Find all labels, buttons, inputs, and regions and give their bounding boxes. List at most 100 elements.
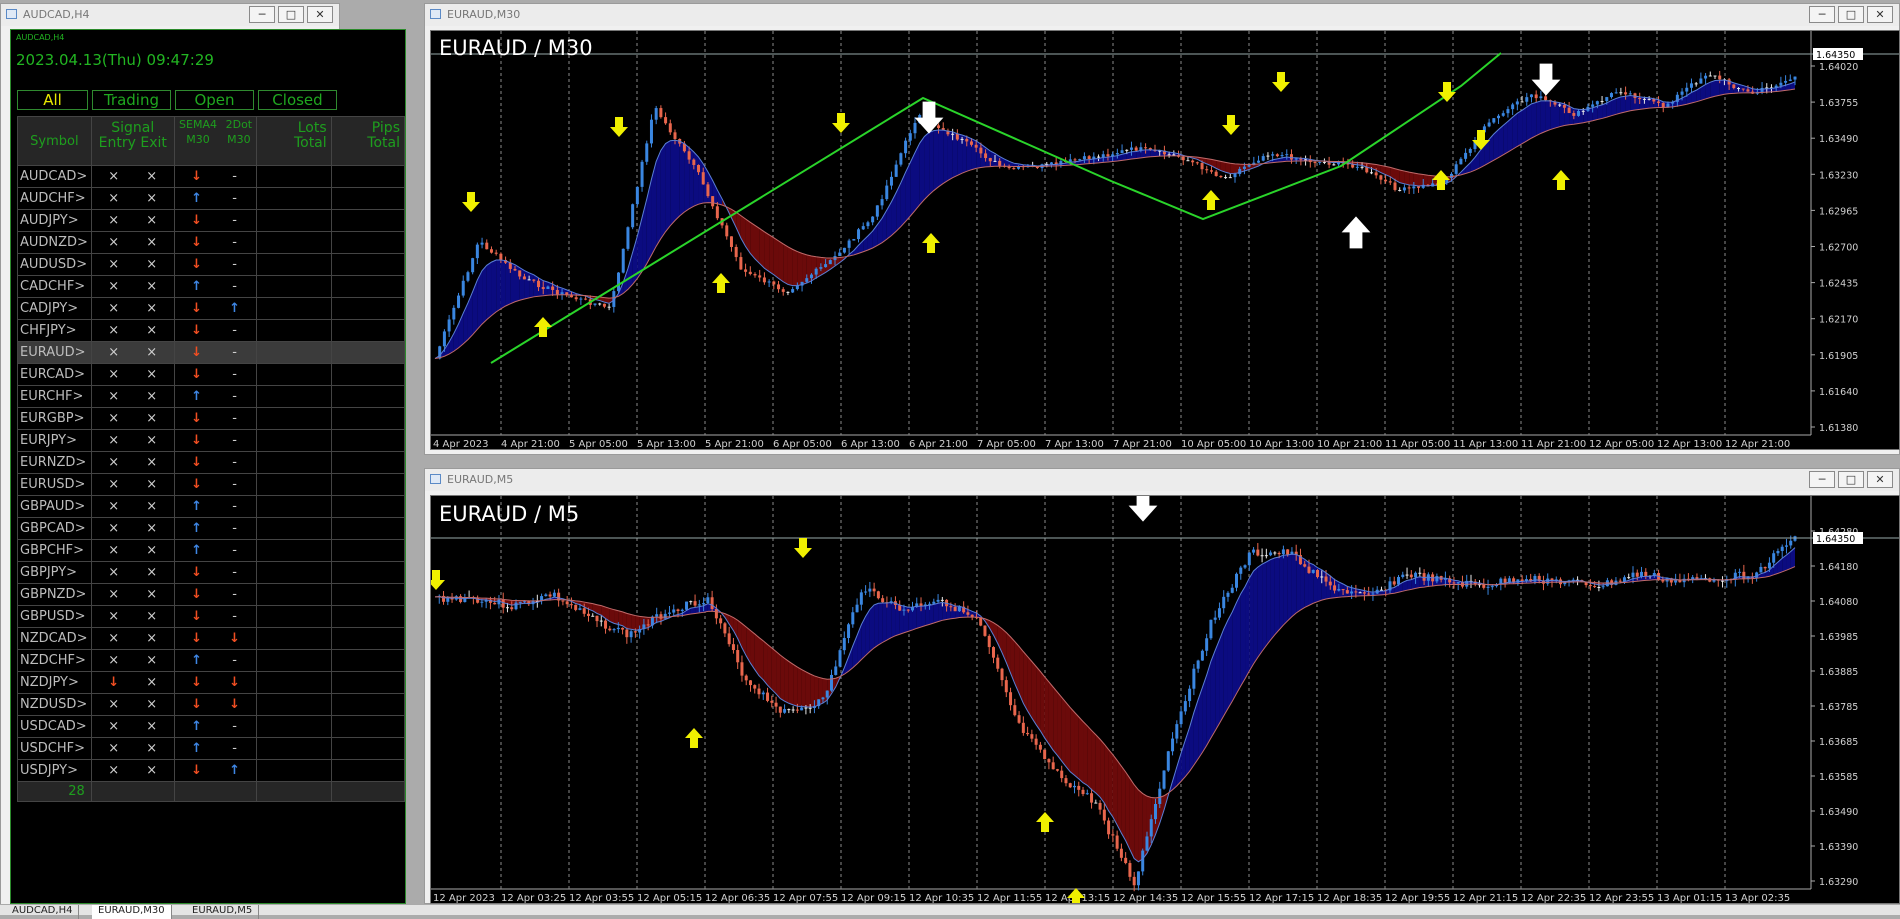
table-row[interactable]: USDCAD>××↑- <box>18 716 405 738</box>
candle-body <box>852 239 855 240</box>
chart-m5-canvas[interactable]: 1.642801.641801.640801.639851.638851.637… <box>430 495 1900 904</box>
candle-body <box>941 600 944 601</box>
table-row[interactable]: EURGBP>××↓- <box>18 408 405 430</box>
row-signal: ×× <box>91 584 174 606</box>
candle-body <box>1629 93 1632 94</box>
signal-arrow-down-icon <box>610 117 628 137</box>
candle-body <box>857 229 860 239</box>
filter-closed-button[interactable]: Closed <box>258 90 337 110</box>
table-row[interactable]: GBPCAD>××↑- <box>18 518 405 540</box>
table-row[interactable]: USDJPY>××↓↑ <box>18 760 405 782</box>
candle-body <box>1619 581 1622 582</box>
candle-body <box>1597 587 1600 588</box>
close-button[interactable]: ✕ <box>1867 6 1893 23</box>
tab-audcad-h4[interactable]: AUDCAD,H4 <box>6 905 79 919</box>
table-row[interactable]: AUDCAD>××↓- <box>18 166 405 188</box>
ema-cloud-segment <box>1254 567 1258 664</box>
table-row[interactable]: GBPNZD>××↓- <box>18 584 405 606</box>
zigzag-trend-line <box>491 53 1501 363</box>
ema-cloud-segment <box>631 614 635 630</box>
candle-body <box>1273 552 1276 553</box>
table-row[interactable]: CHFJPY>××↓- <box>18 320 405 342</box>
maximize-button[interactable]: □ <box>1838 471 1864 488</box>
close-button[interactable]: ✕ <box>1867 471 1893 488</box>
table-row[interactable]: AUDNZD>××↓- <box>18 232 405 254</box>
candle-body <box>1459 159 1462 164</box>
chart-m30-titlebar[interactable]: EURAUD,M30 ─ □ ✕ <box>425 4 1899 26</box>
candle-body <box>1073 786 1076 787</box>
candle-body <box>556 290 559 294</box>
candle-body <box>1234 174 1237 177</box>
row-entry: × <box>95 631 133 646</box>
signal-arrow-down-icon <box>1272 72 1290 92</box>
table-row[interactable]: EURCAD>××↓- <box>18 364 405 386</box>
arrow-down-icon: ↓ <box>95 675 133 690</box>
table-row[interactable]: NZDCHF>××↑- <box>18 650 405 672</box>
ema-cloud-segment <box>1400 170 1405 184</box>
candle-body <box>1082 790 1085 794</box>
filter-all-button[interactable]: All <box>17 90 88 110</box>
table-row[interactable]: USDCHF>××↑- <box>18 738 405 760</box>
filter-open-button[interactable]: Open <box>175 90 254 110</box>
close-button[interactable]: ✕ <box>307 6 333 23</box>
maximize-button[interactable]: □ <box>278 6 304 23</box>
row-entry: × <box>95 609 133 624</box>
table-row[interactable]: CADCHF>××↑- <box>18 276 405 298</box>
table-row[interactable]: NZDJPY>↓×↓↓ <box>18 672 405 694</box>
table-row[interactable]: EURNZD>××↓- <box>18 452 405 474</box>
row-exit: × <box>133 653 171 668</box>
candle-body <box>692 160 695 165</box>
table-row[interactable]: GBPJPY>××↓- <box>18 562 405 584</box>
price-tick-label: 1.63490 <box>1819 807 1858 818</box>
table-row[interactable]: EURUSD>××↓- <box>18 474 405 496</box>
candle-body <box>770 701 773 703</box>
candle-body <box>777 284 780 289</box>
candle-body <box>862 226 865 229</box>
ema-cloud-segment <box>866 609 870 655</box>
table-row[interactable]: CADJPY>××↓↑ <box>18 298 405 320</box>
table-row[interactable]: AUDUSD>××↓- <box>18 254 405 276</box>
candle-body <box>600 621 603 622</box>
ema-cloud-segment <box>934 603 938 623</box>
row-exit: × <box>133 499 171 514</box>
minimize-button[interactable]: ─ <box>1809 6 1835 23</box>
candle-body <box>1186 160 1189 161</box>
time-tick-label: 12 Apr 17:15 <box>1249 893 1314 904</box>
row-exit: × <box>133 367 171 382</box>
ema-cloud-segment <box>1245 578 1249 679</box>
table-row[interactable]: GBPCHF>××↑- <box>18 540 405 562</box>
filter-trading-button[interactable]: Trading <box>92 90 171 110</box>
candle-body <box>824 264 827 267</box>
row-lots <box>257 606 331 628</box>
table-row[interactable]: EURAUD>××↓- <box>18 342 405 364</box>
ema-cloud-segment <box>797 667 801 706</box>
chart-m5-titlebar[interactable]: EURAUD,M5 ─ □ ✕ <box>425 469 1899 491</box>
candle-body <box>1709 76 1712 77</box>
header-signal: Signal Entry Exit <box>91 117 174 166</box>
candle-body <box>1009 692 1012 705</box>
candle-body <box>659 108 662 117</box>
table-row[interactable]: GBPUSD>××↓- <box>18 606 405 628</box>
table-row[interactable]: NZDCAD>××↓↓ <box>18 628 405 650</box>
maximize-button[interactable]: □ <box>1838 6 1864 23</box>
ema-cloud-segment <box>755 225 760 263</box>
table-row[interactable]: EURCHF>××↑- <box>18 386 405 408</box>
ema-cloud-segment <box>1113 755 1117 825</box>
table-row[interactable]: AUDJPY>××↓- <box>18 210 405 232</box>
signal-window-titlebar[interactable]: AUDCAD,H4 ─ □ ✕ <box>1 4 339 26</box>
candle-body <box>546 287 549 289</box>
chart-m5-svg[interactable]: 1.642801.641801.640801.639851.638851.637… <box>431 496 1900 904</box>
minimize-button[interactable]: ─ <box>1809 471 1835 488</box>
chart-m30-svg[interactable]: 1.640201.637551.634901.632301.629651.627… <box>431 31 1900 450</box>
table-row[interactable]: NZDUSD>××↓↓ <box>18 694 405 716</box>
ema-cloud-segment <box>1271 558 1275 640</box>
table-row[interactable]: EURJPY>××↓- <box>18 430 405 452</box>
tab-euraud-m30[interactable]: EURAUD,M30 <box>92 905 172 919</box>
table-row[interactable]: GBPAUD>××↑- <box>18 496 405 518</box>
tab-euraud-m5[interactable]: EURAUD,M5 <box>186 905 259 919</box>
candle-body <box>1226 593 1229 597</box>
chart-m30-canvas[interactable]: 1.640201.637551.634901.632301.629651.627… <box>430 30 1900 450</box>
table-row[interactable]: AUDCHF>××↑- <box>18 188 405 210</box>
minimize-button[interactable]: ─ <box>249 6 275 23</box>
candle-body <box>1568 108 1571 113</box>
